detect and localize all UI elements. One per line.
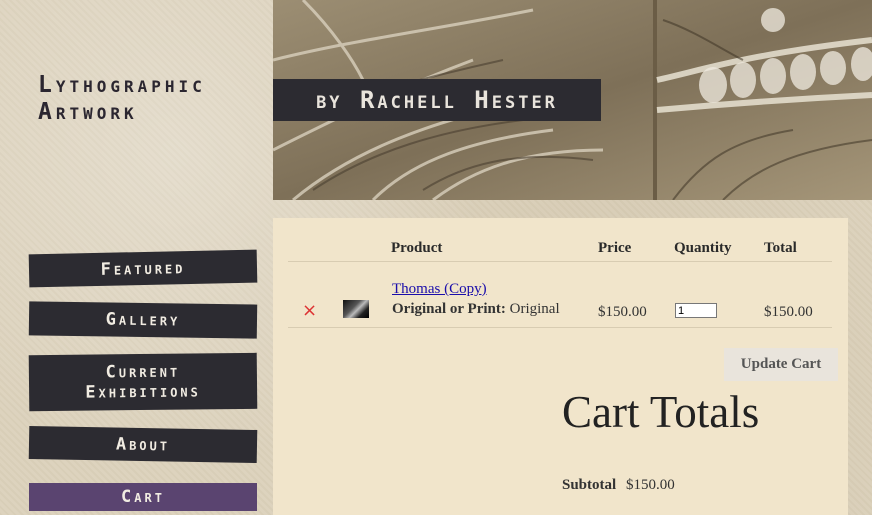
quantity-input[interactable] (675, 303, 717, 318)
subtotal-value: $150.00 (625, 477, 675, 493)
nav-item-featured[interactable]: Featured (28, 249, 258, 288)
header-product: Product (391, 240, 443, 256)
nav-item-label-line1: Current (105, 361, 181, 383)
nav-item-label: Gallery (105, 309, 181, 331)
header-banner: by Rachell Hester (273, 0, 872, 200)
nav-item-label: Cart (121, 487, 165, 507)
nav-item-label: Featured (100, 257, 186, 280)
remove-item-icon[interactable]: × (302, 300, 317, 321)
item-price: $150.00 (598, 304, 647, 320)
cart-content: Product Price Quantity Total × Thomas (C… (273, 218, 848, 515)
product-variation: Original or Print: Original (392, 301, 560, 318)
item-total: $150.00 (764, 304, 813, 320)
nav-item-label-line2: Exhibitions (85, 381, 201, 403)
byline-banner: by Rachell Hester (273, 79, 601, 121)
header-total: Total (764, 240, 797, 256)
update-cart-button[interactable]: Update Cart (724, 348, 838, 381)
site-title-line1: Lythographic (38, 72, 206, 98)
variation-value: Original (509, 301, 560, 317)
subtotal-label: Subtotal (562, 477, 617, 493)
table-divider (288, 327, 832, 328)
nav-item-about[interactable]: About (28, 426, 258, 463)
nav-item-cart[interactable]: Cart (29, 483, 257, 511)
site-title-line2: Artwork (38, 99, 138, 125)
nav-item-current-exhibitions[interactable]: Current Exhibitions (28, 352, 258, 412)
table-divider (288, 261, 832, 262)
cart-totals-title: Cart Totals (562, 387, 760, 437)
product-name-link[interactable]: Thomas (Copy) (392, 281, 487, 298)
header-quantity: Quantity (674, 240, 732, 256)
nav-item-gallery[interactable]: Gallery (28, 301, 258, 339)
product-thumbnail[interactable] (343, 300, 369, 318)
site-title[interactable]: Lythographic Artwork (38, 72, 206, 126)
header-price: Price (598, 240, 632, 256)
nav-item-label: About (115, 434, 171, 455)
variation-label: Original or Print: (392, 301, 506, 317)
subtotal-row: Subtotal $150.00 (562, 477, 675, 494)
